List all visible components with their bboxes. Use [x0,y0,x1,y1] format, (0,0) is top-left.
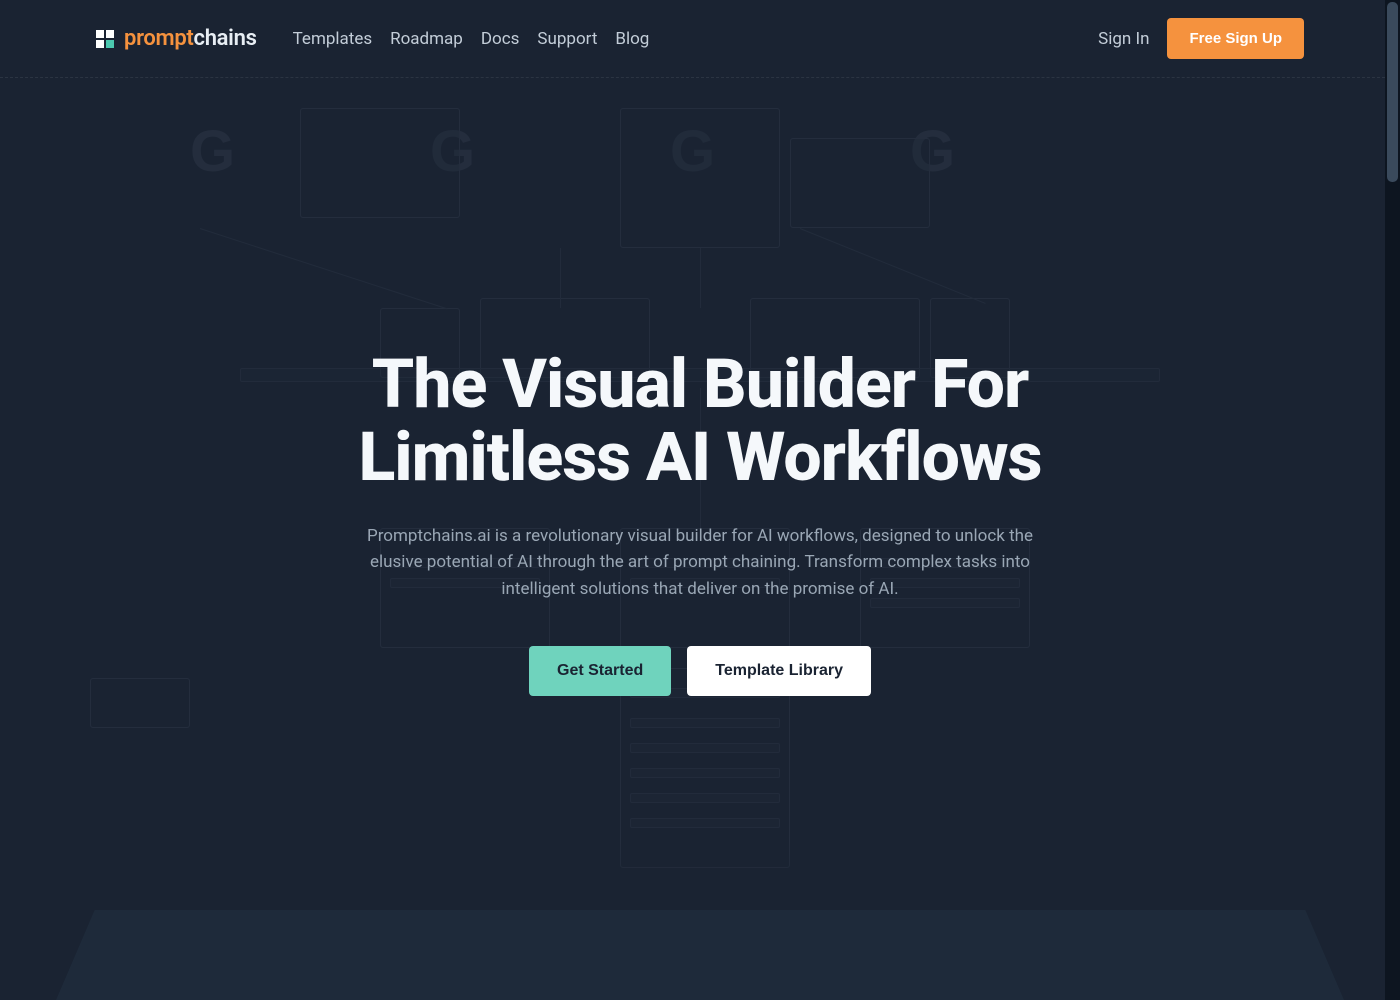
hero-section: The Visual Builder For Limitless AI Work… [0,78,1400,1000]
signin-link[interactable]: Sign In [1098,29,1149,49]
template-library-button[interactable]: Template Library [687,646,871,696]
get-started-button[interactable]: Get Started [529,646,671,696]
nav-docs[interactable]: Docs [481,29,520,49]
site-header: promptchains Templates Roadmap Docs Supp… [0,0,1400,78]
nav-support[interactable]: Support [537,29,597,49]
hero-title-line1: The Visual Builder For [372,344,1029,424]
header-left: promptchains Templates Roadmap Docs Supp… [96,26,649,51]
scrollbar-thumb[interactable] [1387,2,1398,182]
logo-text: promptchains [124,26,257,51]
nav-roadmap[interactable]: Roadmap [390,29,463,49]
nav-templates[interactable]: Templates [293,29,373,49]
logo-icon [96,30,114,48]
signup-button[interactable]: Free Sign Up [1167,18,1304,59]
header-right: Sign In Free Sign Up [1098,18,1304,59]
hero-cta-group: Get Started Template Library [529,646,871,696]
hero-title-line2: Limitless AI Workflows [358,417,1041,497]
main-nav: Templates Roadmap Docs Support Blog [293,29,650,49]
hero-subtitle: Promptchains.ai is a revolutionary visua… [360,523,1040,602]
hero-title: The Visual Builder For Limitless AI Work… [358,348,1041,495]
nav-blog[interactable]: Blog [615,29,649,49]
scrollbar-track[interactable] [1385,0,1400,1000]
logo[interactable]: promptchains [96,26,257,51]
